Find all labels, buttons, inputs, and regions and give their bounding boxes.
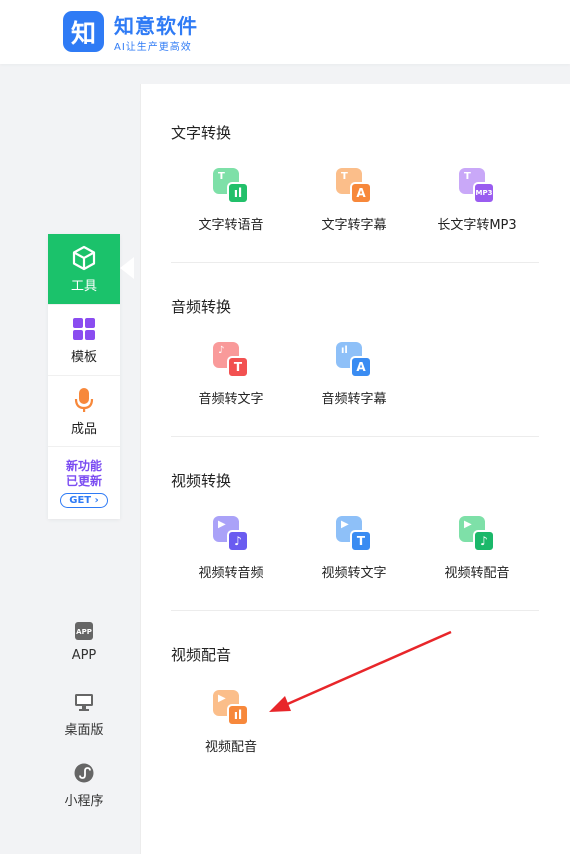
- mini-program-icon: [74, 763, 94, 783]
- text-to-subtitle-icon: T A: [336, 168, 372, 204]
- desktop-link[interactable]: 桌面版: [48, 691, 120, 762]
- tool-label: 视频转文字: [321, 566, 387, 581]
- tool-label: 视频配音: [204, 740, 257, 755]
- tool-video-to-dubbing[interactable]: ▶ ♪ 视频转配音: [422, 516, 532, 581]
- panel-pointer: [120, 257, 134, 279]
- text-to-speech-icon: T ıl: [213, 168, 249, 204]
- tool-video-to-audio[interactable]: ▶ ♪ 视频转音频: [176, 516, 286, 581]
- microphone-icon: [74, 387, 94, 412]
- logo-icon[interactable]: 知: [63, 11, 104, 52]
- tool-text-to-subtitle[interactable]: T A 文字转字幕: [299, 168, 409, 233]
- section-video-conversion: 视频转换: [171, 470, 539, 491]
- app-label: APP: [71, 648, 97, 663]
- section-title: 文字转换: [171, 124, 232, 142]
- tool-label: 视频转音频: [198, 566, 264, 581]
- tool-text-to-speech[interactable]: T ıl 文字转语音: [176, 168, 286, 233]
- tool-text-to-mp3[interactable]: T MP3 长文字转MP3: [422, 168, 532, 233]
- sidebar-item-tools[interactable]: 工具: [48, 234, 120, 305]
- tool-video-to-text[interactable]: ▶ T 视频转文字: [299, 516, 409, 581]
- section-audio-conversion: 音频转换: [171, 296, 539, 317]
- mini-program-link[interactable]: 小程序: [48, 762, 120, 833]
- tool-label: 文字转语音: [198, 218, 264, 233]
- new-feature-promo[interactable]: 新功能 已更新 GET ›: [48, 447, 120, 519]
- mini-program-label: 小程序: [64, 794, 104, 809]
- tool-label: 长文字转MP3: [437, 218, 517, 233]
- sidebar-item-label: 成品: [70, 421, 97, 437]
- video-to-dubbing-icon: ▶ ♪: [459, 516, 495, 552]
- text-to-mp3-icon: T MP3: [459, 168, 495, 204]
- sidebar-item-label: 模板: [70, 349, 97, 365]
- bottom-links: APP APP 桌面版 小程序: [48, 620, 120, 833]
- svg-text:APP: APP: [76, 628, 92, 636]
- sidebar-item-templates[interactable]: 模板: [48, 305, 120, 376]
- divider: [171, 610, 539, 611]
- tool-label: 文字转字幕: [321, 218, 387, 233]
- tools-panel: 文字转换 T ıl 文字转语音 T A 文字转字幕 T MP3 长文字转MP3 …: [140, 84, 570, 854]
- cube-icon: [72, 245, 96, 270]
- divider: [171, 436, 539, 437]
- tool-audio-to-text[interactable]: ♪ T 音频转文字: [176, 342, 286, 407]
- sidebar-item-label: 工具: [70, 278, 97, 294]
- brand-name[interactable]: 知意软件: [114, 10, 198, 39]
- tool-label: 视频转配音: [444, 566, 510, 581]
- top-header: 知 知意软件 AI让生产更高效: [0, 0, 570, 64]
- annotation-arrow: [269, 630, 452, 712]
- section-title: 音频转换: [171, 298, 232, 316]
- brand-slogan: AI让生产更高效: [114, 42, 192, 53]
- tool-audio-to-subtitle[interactable]: ıl A 音频转字幕: [299, 342, 409, 407]
- audio-to-text-icon: ♪ T: [213, 342, 249, 378]
- video-dubbing-icon: ▶ ıl: [213, 690, 249, 726]
- video-to-audio-icon: ▶ ♪: [213, 516, 249, 552]
- section-text-conversion: 文字转换: [171, 122, 539, 143]
- app-link[interactable]: APP APP: [48, 620, 120, 691]
- sidebar-item-products[interactable]: 成品: [48, 376, 120, 447]
- promo-line2: 已更新: [65, 473, 102, 488]
- grid-icon: [73, 317, 95, 340]
- audio-to-subtitle-icon: ıl A: [336, 342, 372, 378]
- monitor-icon: [75, 694, 93, 711]
- app-icon: APP: [75, 622, 93, 640]
- section-title: 视频转换: [171, 472, 232, 490]
- desktop-label: 桌面版: [64, 723, 104, 738]
- promo-line1: 新功能: [65, 458, 102, 473]
- tool-label: 音频转字幕: [321, 392, 387, 407]
- get-button[interactable]: GET ›: [60, 492, 108, 508]
- divider: [171, 262, 539, 263]
- side-nav: 工具 模板 成品 新功能 已更新 GET ›: [48, 234, 120, 519]
- video-to-text-icon: ▶ T: [336, 516, 372, 552]
- tool-label: 音频转文字: [198, 392, 264, 407]
